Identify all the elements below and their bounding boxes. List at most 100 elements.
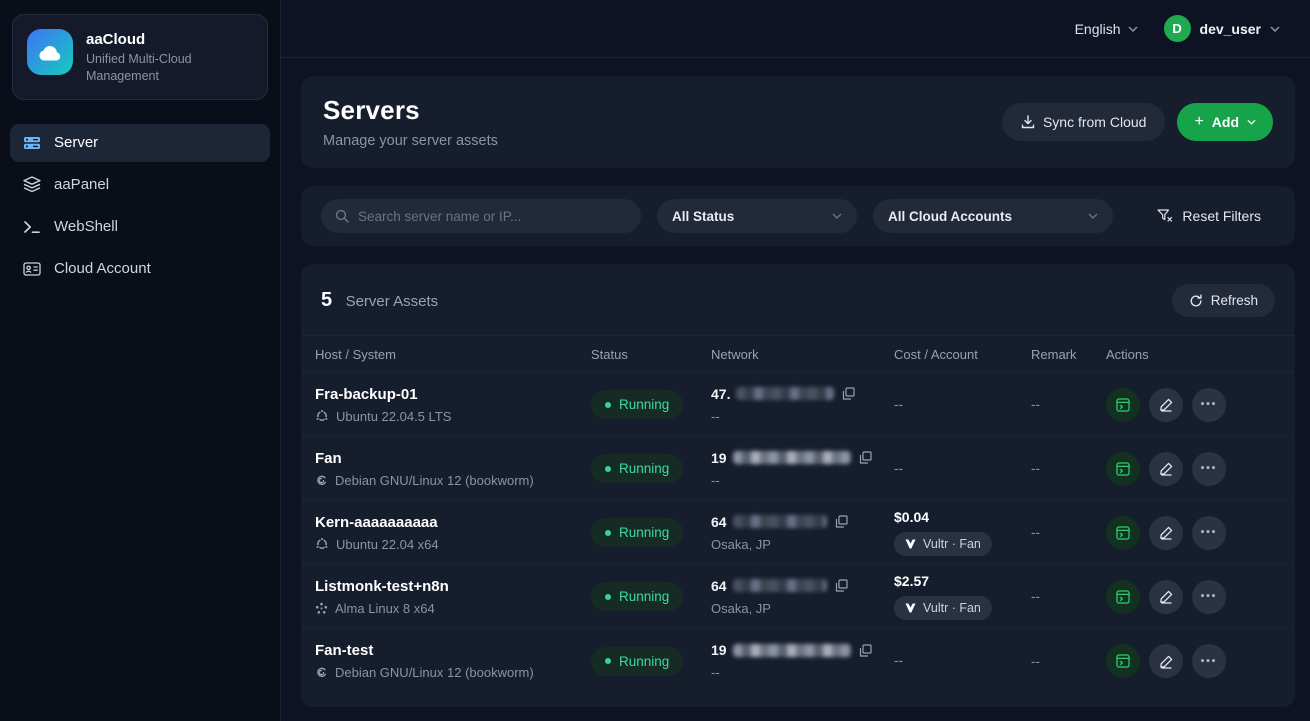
- ip-prefix: 19: [711, 642, 727, 658]
- funnel-x-icon: [1157, 209, 1173, 223]
- cloud-account-name: Vultr · Fan: [923, 601, 981, 615]
- sidebar-item-webshell[interactable]: WebShell: [10, 208, 270, 246]
- plus-icon: +: [1194, 114, 1203, 130]
- status-label: Running: [619, 461, 669, 476]
- edit-button[interactable]: [1149, 644, 1183, 678]
- masked-ip: [733, 515, 827, 528]
- language-selector[interactable]: English: [1075, 21, 1138, 37]
- copy-icon[interactable]: [842, 387, 855, 400]
- main-area: English D dev_user Servers Manage your s…: [281, 0, 1310, 721]
- actions-cell: •••: [1106, 452, 1281, 486]
- copy-icon[interactable]: [835, 579, 848, 592]
- os-name: Debian GNU/Linux 12 (bookworm): [335, 665, 534, 680]
- more-actions-button[interactable]: •••: [1192, 388, 1226, 422]
- sync-from-cloud-button[interactable]: Sync from Cloud: [1002, 103, 1165, 141]
- more-actions-button[interactable]: •••: [1192, 580, 1226, 614]
- ip-prefix: 19: [711, 450, 727, 466]
- cost-value: $2.57: [894, 573, 1031, 589]
- cost-cell: --: [894, 652, 1031, 670]
- ellipsis-icon: •••: [1201, 591, 1218, 602]
- cost-cell: --: [894, 460, 1031, 478]
- sidebar-item-aapanel[interactable]: aaPanel: [10, 166, 270, 204]
- ellipsis-icon: •••: [1201, 399, 1218, 410]
- network-cell: 19 --: [711, 642, 894, 680]
- status-badge: Running: [591, 518, 683, 547]
- sync-label: Sync from Cloud: [1043, 114, 1146, 130]
- table-header-row: Host / System Status Network Cost / Acco…: [301, 335, 1295, 373]
- os-name: Ubuntu 22.04 x64: [336, 537, 439, 552]
- column-header: Remark: [1031, 347, 1106, 362]
- open-terminal-button[interactable]: [1106, 452, 1140, 486]
- open-terminal-button[interactable]: [1106, 580, 1140, 614]
- debian-icon: [315, 666, 328, 679]
- add-button[interactable]: + Add: [1177, 103, 1273, 141]
- column-header: Status: [591, 347, 711, 362]
- open-terminal-button[interactable]: [1106, 516, 1140, 550]
- masked-ip: [733, 579, 827, 592]
- host-cell: Fan Debian GNU/Linux 12 (bookworm): [315, 450, 591, 488]
- column-header: Cost / Account: [894, 347, 1031, 362]
- vultr-icon: [905, 539, 916, 549]
- cloud-logo-icon: [27, 29, 73, 75]
- copy-icon[interactable]: [835, 515, 848, 528]
- sidebar-item-cloud-account[interactable]: Cloud Account: [10, 250, 270, 288]
- sidebar-item-label: WebShell: [54, 218, 118, 235]
- edit-button[interactable]: [1149, 580, 1183, 614]
- search-input[interactable]: [358, 209, 627, 224]
- status-filter-select[interactable]: All Status: [657, 199, 857, 233]
- cost-cell: $0.04 Vultr · Fan: [894, 509, 1031, 556]
- actions-cell: •••: [1106, 644, 1281, 678]
- cloud-account-badge: Vultr · Fan: [894, 532, 992, 556]
- status-label: Running: [619, 654, 669, 669]
- debian-icon: [315, 474, 328, 487]
- sidebar-item-server[interactable]: Server: [10, 124, 270, 162]
- page-header-text: Servers Manage your server assets: [323, 95, 498, 149]
- more-actions-button[interactable]: •••: [1192, 516, 1226, 550]
- user-menu[interactable]: D dev_user: [1164, 15, 1280, 42]
- cost-value: --: [894, 461, 903, 476]
- server-location: --: [711, 473, 894, 488]
- host-cell: Listmonk-test+n8n Alma Linux 8 x64: [315, 578, 591, 616]
- cost-value: $0.04: [894, 509, 1031, 525]
- column-header: Actions: [1106, 347, 1281, 362]
- open-terminal-button[interactable]: [1106, 388, 1140, 422]
- reset-filters-button[interactable]: Reset Filters: [1157, 208, 1275, 224]
- more-actions-button[interactable]: •••: [1192, 452, 1226, 486]
- status-cell: Running: [591, 518, 711, 547]
- vultr-icon: [905, 603, 916, 613]
- status-filter-value: All Status: [672, 209, 734, 224]
- network-cell: 64 Osaka, JP: [711, 514, 894, 552]
- table-row: Listmonk-test+n8n Alma Linux 8 x64 Runni…: [301, 565, 1295, 629]
- more-actions-button[interactable]: •••: [1192, 644, 1226, 678]
- server-icon: [23, 135, 41, 151]
- edit-button[interactable]: [1149, 388, 1183, 422]
- ip-prefix: 64: [711, 578, 727, 594]
- page-subtitle: Manage your server assets: [323, 133, 498, 149]
- copy-icon[interactable]: [859, 644, 872, 657]
- server-location: --: [711, 409, 894, 424]
- terminal-window-icon: [1115, 525, 1131, 541]
- remark-cell: --: [1031, 397, 1106, 412]
- server-location: Osaka, JP: [711, 601, 894, 616]
- pencil-icon: [1159, 589, 1174, 604]
- cloud-account-filter-select[interactable]: All Cloud Accounts: [873, 199, 1113, 233]
- open-terminal-button[interactable]: [1106, 644, 1140, 678]
- filter-bar: All Status All Cloud Accounts Reset Filt…: [301, 186, 1295, 246]
- assets-count-label: Server Assets: [346, 293, 439, 310]
- edit-button[interactable]: [1149, 516, 1183, 550]
- refresh-button[interactable]: Refresh: [1172, 284, 1275, 317]
- network-cell: 47. --: [711, 386, 894, 424]
- column-header: Network: [711, 347, 894, 362]
- edit-button[interactable]: [1149, 452, 1183, 486]
- search-box[interactable]: [321, 199, 641, 233]
- remark-cell: --: [1031, 589, 1106, 604]
- copy-icon[interactable]: [859, 451, 872, 464]
- search-icon: [335, 209, 349, 223]
- ubuntu-icon: [315, 537, 329, 551]
- masked-ip: [733, 644, 851, 657]
- terminal-window-icon: [1115, 461, 1131, 477]
- brand-card: aaCloud Unified Multi-Cloud Management: [12, 14, 268, 100]
- language-label: English: [1075, 21, 1121, 37]
- brand-tagline: Unified Multi-Cloud Management: [86, 51, 211, 85]
- status-badge: Running: [591, 582, 683, 611]
